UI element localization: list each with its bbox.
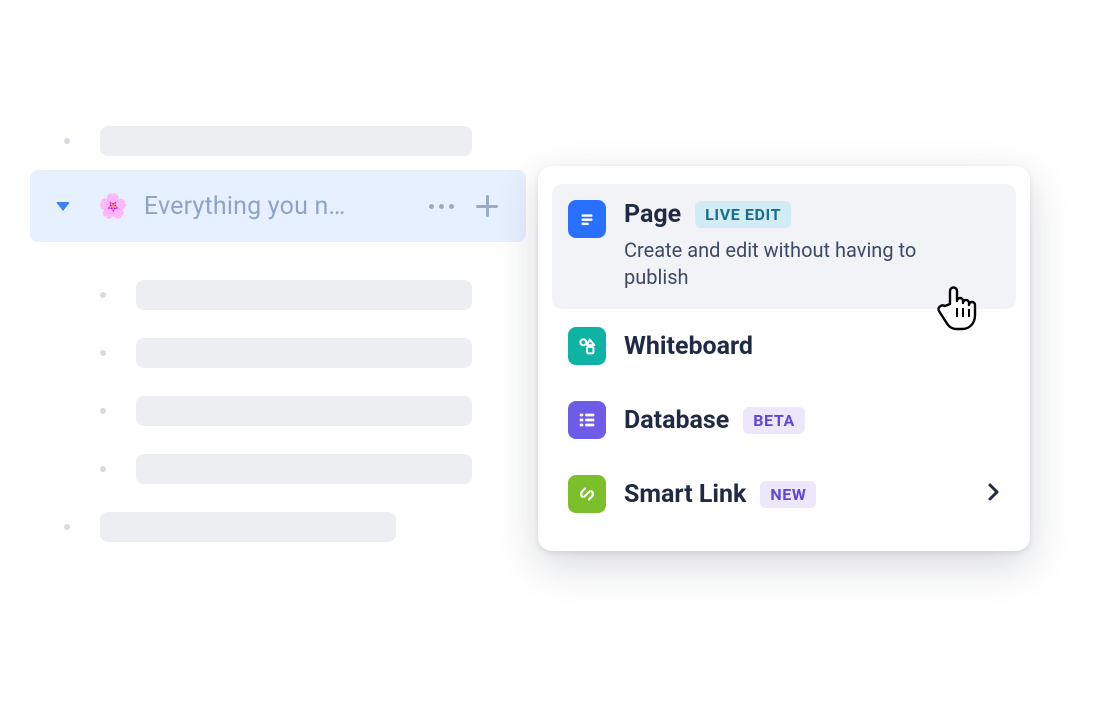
option-title: Smart Link xyxy=(624,480,746,509)
tree-row-placeholder xyxy=(0,510,540,544)
option-description: Create and edit without having to publis… xyxy=(624,237,964,291)
page-emoji-icon: 🌸 xyxy=(98,192,128,220)
create-database-option[interactable]: Database BETA xyxy=(552,383,1016,457)
live-edit-badge: LIVE EDIT xyxy=(695,201,791,228)
placeholder-pill xyxy=(100,126,472,156)
option-title: Whiteboard xyxy=(624,332,753,361)
option-title: Page xyxy=(624,200,681,229)
tree-row-placeholder xyxy=(0,394,540,428)
bullet-icon xyxy=(64,524,70,530)
chevron-right-icon xyxy=(988,483,1000,505)
bullet-icon xyxy=(100,466,106,472)
tree-row-placeholder xyxy=(0,336,540,370)
page-icon xyxy=(568,200,606,238)
placeholder-pill xyxy=(136,396,472,426)
create-content-popover: Page LIVE EDIT Create and edit without h… xyxy=(538,166,1030,551)
create-page-option[interactable]: Page LIVE EDIT Create and edit without h… xyxy=(552,184,1016,309)
tree-row-placeholder xyxy=(0,452,540,486)
placeholder-pill xyxy=(136,454,472,484)
bullet-icon xyxy=(100,292,106,298)
tree-row-placeholder xyxy=(0,124,540,158)
tree-row-label: Everything you n… xyxy=(144,192,346,221)
tree-row-placeholder xyxy=(0,278,540,312)
bullet-icon xyxy=(100,350,106,356)
new-badge: NEW xyxy=(760,481,816,508)
tree-row-selected[interactable]: 🌸 Everything you n… xyxy=(30,170,526,242)
database-icon xyxy=(568,401,606,439)
placeholder-pill xyxy=(136,280,472,310)
beta-badge: BETA xyxy=(743,407,805,434)
link-icon xyxy=(568,475,606,513)
whiteboard-icon xyxy=(568,327,606,365)
option-title: Database xyxy=(624,406,729,435)
chevron-down-icon[interactable] xyxy=(56,202,70,211)
create-smart-link-option[interactable]: Smart Link NEW xyxy=(552,457,1016,531)
placeholder-pill xyxy=(100,512,396,542)
more-icon[interactable] xyxy=(429,204,454,209)
bullet-icon xyxy=(64,138,70,144)
create-whiteboard-option[interactable]: Whiteboard xyxy=(552,309,1016,383)
bullet-icon xyxy=(100,408,106,414)
placeholder-pill xyxy=(136,338,472,368)
add-child-button[interactable] xyxy=(476,195,498,217)
